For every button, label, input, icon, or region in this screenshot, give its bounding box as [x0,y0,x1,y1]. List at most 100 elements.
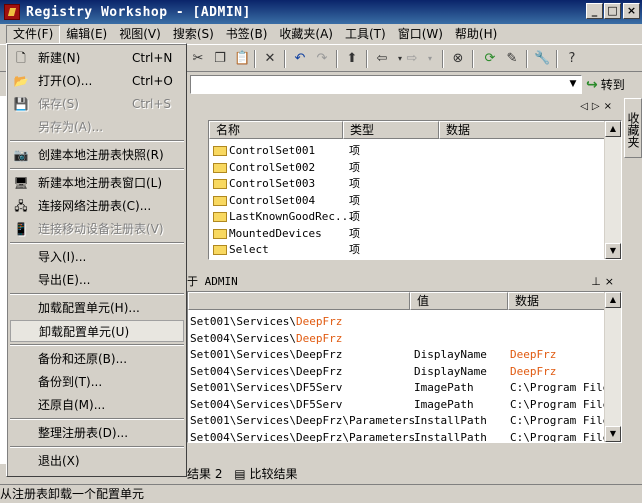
folder-icon [213,212,227,222]
table-row[interactable]: Set004\Services\DF5Serv ImagePath C:\Progr… [188,397,608,413]
result-value-name: DisplayName [414,348,487,361]
pin-icon[interactable]: ✎ [504,51,520,67]
menu-item-shortcut: Ctrl+S [132,97,172,111]
column-header-name[interactable]: 名称 [209,121,343,139]
table-row[interactable]: Set001\Services\DeepFrz DisplayName DeepFr… [188,347,608,363]
copy-icon[interactable]: ❐ [212,51,228,67]
menu-item-13[interactable]: 备份到(T)... [10,371,184,393]
binoculars-icon[interactable]: ⊗ [450,51,466,67]
menu-item-16[interactable]: 退出(X) [10,450,184,472]
list-item-type: 项 [349,226,360,240]
menu-tools[interactable]: 工具(T) [339,25,392,44]
column-header-key[interactable] [188,292,410,310]
list-item[interactable]: ControlSet004 项 [209,193,605,209]
paste-icon[interactable]: 📋 [234,51,250,67]
menu-item-0[interactable]: 🗋 新建(N) Ctrl+N [10,47,184,69]
tab-results-2[interactable]: 结果 2 [187,467,222,481]
search-results-view[interactable]: 值 数据 Set001\Services\DeepFrz Set004\Servi… [187,291,622,443]
menu-item-label: 打开(O)... [38,74,93,88]
cut-icon[interactable]: ✂ [190,51,206,67]
list-item[interactable]: Select 项 [209,242,605,258]
delete-icon[interactable]: ✕ [262,51,278,67]
results-scrollbar[interactable]: ▲ ▼ [604,292,621,442]
menu-item-15[interactable]: 整理注册表(D)... [10,422,184,444]
column-header-value[interactable]: 值 [410,292,508,310]
result-value-name: ImagePath [414,381,474,394]
help-icon[interactable]: ? [564,51,580,67]
pane-pin-close-icon[interactable]: ⊥× [591,274,618,290]
menu-file[interactable]: 文件(F) [6,24,61,44]
minimize-button[interactable]: _ [586,3,603,19]
table-row[interactable]: Set004\Services\DeepFrz\Parameters Instal… [188,430,608,443]
table-row[interactable]: Set004\Services\DeepFrz DisplayName DeepFr… [188,364,608,380]
menu-bookmarks[interactable]: 书签(B) [220,25,274,44]
back-icon[interactable]: ⇦ [374,51,390,67]
menu-item-label: 连接移动设备注册表(V) [38,222,164,236]
address-dropdown-icon[interactable]: ▼ [565,76,581,93]
result-key-path-text: Set001\Services\ [190,315,296,328]
result-data: C:\Program Files [510,380,608,396]
file-menu: 🗋 新建(N) Ctrl+N 📂 打开(O)... Ctrl+O 💾 保存(S) Ctrl+S 另… [6,43,187,477]
table-row[interactable]: Set001\Services\DeepFrz\Parameters Instal… [188,413,608,429]
menu-search[interactable]: 搜索(S) [167,25,220,44]
menu-item-5[interactable]: 🖥 新建本地注册表窗口(L) [10,172,184,194]
menu-item-4[interactable]: 📷 创建本地注册表快照(R) [10,144,184,166]
list-item[interactable]: LastKnownGoodRec... 项 [209,209,605,225]
menu-favorites[interactable]: 收藏夹(A) [273,25,339,44]
column-header-data[interactable]: 数据 [439,121,605,139]
menu-view[interactable]: 视图(V) [113,25,167,44]
list-item[interactable]: ControlSet002 项 [209,160,605,176]
result-data: C:\Program Files [510,413,608,429]
list-scrollbar[interactable]: ▲ ▼ [604,121,621,259]
favorites-tab[interactable]: 收藏夹 [624,98,642,158]
menu-separator [10,140,184,142]
registry-list-view[interactable]: 名称 类型 数据 ControlSet001 项 ControlSet002 项 Con… [208,120,622,260]
menu-item-6[interactable]: 🖧 连接网络注册表(C)... [10,195,184,217]
table-row[interactable]: Set001\Services\DF5Serv ImagePath C:\Progr… [188,380,608,396]
menu-item-10[interactable]: 加载配置单元(H)... [10,297,184,319]
forward-dropdown-icon[interactable]: ▾ [422,51,438,67]
wrench-icon[interactable]: 🔧 [534,51,550,67]
list-item[interactable]: ControlSet001 项 [209,143,605,159]
scroll-down-icon[interactable]: ▼ [605,243,621,259]
redo-icon[interactable]: ↷ [314,51,330,67]
list-item[interactable]: MountedDevices 项 [209,226,605,242]
pane-nav-icon[interactable]: ◁▷× [580,101,616,112]
forward-icon[interactable]: ⇨ [404,51,420,67]
menu-item-1[interactable]: 📂 打开(O)... Ctrl+O [10,70,184,92]
address-input[interactable] [190,75,582,94]
table-row[interactable]: Set001\Services\DeepFrz [188,314,608,330]
scroll-down-icon[interactable]: ▼ [605,426,621,442]
result-key-path: Set004\Services\DF5Serv [190,397,342,413]
result-key-path-text: Set004\Services\DF5Serv [190,397,343,411]
menu-edit[interactable]: 编辑(E) [60,25,113,44]
menu-window[interactable]: 窗口(W) [392,25,449,44]
menu-item-11[interactable]: 卸载配置单元(U) [10,320,184,342]
menu-item-14[interactable]: 还原自(M)... [10,394,184,416]
list-item-name: ControlSet002 [229,160,316,174]
menu-help[interactable]: 帮助(H) [449,25,503,44]
menu-item-label: 导出(E)... [38,273,91,287]
scroll-up-icon[interactable]: ▲ [605,292,621,308]
menu-item-label: 退出(X) [38,454,80,468]
undo-icon[interactable]: ↶ [292,51,308,67]
tab-compare-results[interactable]: 比较结果 [249,467,297,481]
folder-up-icon[interactable]: ⬆ [344,51,360,67]
result-data-text: C:\Program Files [510,397,608,411]
scroll-up-icon[interactable]: ▲ [605,121,621,137]
menu-item-12[interactable]: 备份和还原(B)... [10,348,184,370]
column-header-data[interactable]: 数据 [508,292,608,310]
menu-item-8[interactable]: 导入(I)... [10,246,184,268]
menu-item-9[interactable]: 导出(E)... [10,269,184,291]
column-header-type[interactable]: 类型 [343,121,439,139]
menu-item-shortcut: Ctrl+O [132,74,173,88]
menu-item-label: 另存为(A)... [38,120,104,134]
refresh-icon[interactable]: ⟳ [482,51,498,67]
list-item[interactable]: ControlSet003 项 [209,176,605,192]
goto-button[interactable]: ↪ 转到 [586,75,640,94]
close-button[interactable]: × [623,3,640,19]
maximize-button[interactable]: □ [604,3,621,19]
result-data: C:\Program Files [510,430,608,443]
toolbar-separator [366,50,368,68]
table-row[interactable]: Set004\Services\DeepFrz [188,331,608,347]
